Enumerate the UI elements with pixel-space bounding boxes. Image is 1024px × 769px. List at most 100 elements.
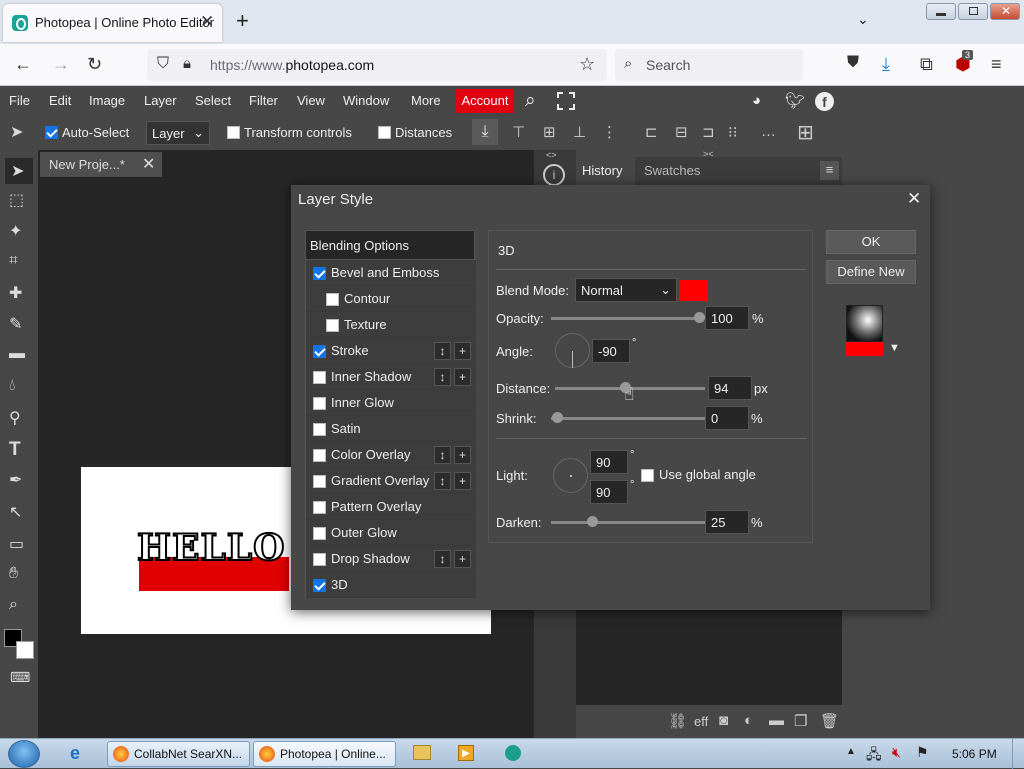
blend-mode-dropdown[interactable]: Normal ⌄ xyxy=(575,278,677,302)
panel-menu-icon[interactable]: ≡ xyxy=(820,161,839,180)
align-right-icon[interactable]: ⊐ xyxy=(702,123,722,143)
add-instance-icon[interactable]: + xyxy=(454,550,471,568)
new-group-icon[interactable]: ▬ xyxy=(769,712,784,729)
style-checkbox[interactable] xyxy=(313,371,326,384)
browser-tab-photopea[interactable]: Photopea | Online Photo Editor ✕ xyxy=(3,4,222,42)
move-tool-icon[interactable]: ➤ xyxy=(5,158,33,184)
network-icon[interactable]: 🖧︎ xyxy=(866,744,882,768)
transform-controls-checkbox[interactable] xyxy=(227,126,240,139)
background-color-swatch[interactable] xyxy=(16,641,34,659)
style-item[interactable]: Inner Shadow ↕ + xyxy=(306,364,476,390)
menu-window[interactable]: Window xyxy=(343,93,389,108)
media-player-icon[interactable]: ▶ xyxy=(458,745,474,761)
style-checkbox[interactable] xyxy=(326,293,339,306)
style-item[interactable]: 3D xyxy=(306,572,476,598)
bookmark-star-icon[interactable]: ☆ xyxy=(579,54,595,75)
shape-tool-icon[interactable]: ▭ xyxy=(9,534,29,554)
add-instance-icon[interactable]: + xyxy=(454,368,471,386)
keyboard-icon[interactable]: ⌨ xyxy=(10,669,30,689)
style-checkbox[interactable] xyxy=(313,527,326,540)
brush-tool-icon[interactable]: ✎ xyxy=(9,314,29,334)
list-all-tabs-icon[interactable]: ⌄ xyxy=(857,11,869,28)
darken-slider[interactable] xyxy=(551,521,705,524)
shield-icon[interactable]: ⛉ xyxy=(157,55,169,73)
blending-options-item[interactable]: Blending Options xyxy=(306,231,476,260)
shrink-slider[interactable] xyxy=(551,417,705,420)
style-item[interactable]: Texture xyxy=(306,312,476,338)
opacity-slider-handle[interactable] xyxy=(694,312,705,323)
style-checkbox[interactable] xyxy=(313,449,326,462)
download-align-icon[interactable]: ⤓ xyxy=(472,119,498,145)
facebook-icon[interactable]: f xyxy=(815,92,834,111)
tab-swatches[interactable]: Swatches xyxy=(644,163,700,178)
fullscreen-icon[interactable] xyxy=(557,92,575,110)
close-document-icon[interactable]: ✕ xyxy=(142,154,155,174)
hand-tool-icon[interactable]: ✋︎ xyxy=(9,565,29,585)
align-hcenter-icon[interactable]: ⊟ xyxy=(675,123,695,143)
pocket-icon[interactable]: ⛊ xyxy=(847,54,859,72)
darken-input[interactable]: 25 xyxy=(705,510,749,534)
zoom-tool-icon[interactable]: ⌕ xyxy=(9,596,29,616)
style-checkbox[interactable] xyxy=(326,319,339,332)
style-checkbox[interactable] xyxy=(313,475,326,488)
show-hidden-icons-icon[interactable]: ▲ xyxy=(846,746,856,757)
new-layer-icon[interactable]: ❐ xyxy=(794,712,807,730)
extensions-icon[interactable]: ⧉ xyxy=(920,54,933,75)
shrink-input[interactable]: 0 xyxy=(705,406,749,430)
light-altitude-input[interactable]: 90 xyxy=(590,480,628,504)
search-box[interactable]: ⌕ Search xyxy=(615,49,803,81)
url-bar[interactable]: ⛉ 🔒︎ https://www.photopea.com ☆ xyxy=(147,49,607,81)
style-item[interactable]: Satin xyxy=(306,416,476,442)
window-minimize-button[interactable] xyxy=(926,3,956,20)
ie-icon[interactable]: e xyxy=(70,743,80,764)
adjustment-layer-icon[interactable]: ◐ xyxy=(744,712,753,729)
expand-arrows-icon[interactable]: <> xyxy=(546,150,557,160)
more-options-icon[interactable]: … xyxy=(761,123,781,143)
style-item[interactable]: Color Overlay ↕ + xyxy=(306,442,476,468)
style-checkbox[interactable] xyxy=(313,579,326,592)
forward-icon[interactable]: → xyxy=(52,54,70,75)
menu-more[interactable]: More xyxy=(411,93,441,108)
reload-icon[interactable]: ↻ xyxy=(87,54,102,75)
gradient-tool-icon[interactable]: ▬ xyxy=(9,345,29,365)
tab-history[interactable]: History xyxy=(582,163,622,178)
crop-tool-icon[interactable]: ⌗ xyxy=(9,252,29,272)
style-item[interactable]: Inner Glow xyxy=(306,390,476,416)
style-item[interactable]: Stroke ↕ + xyxy=(306,338,476,364)
twitter-icon[interactable]: 🐦︎ xyxy=(785,91,805,111)
explorer-icon[interactable] xyxy=(413,745,431,760)
style-checkbox[interactable] xyxy=(313,501,326,514)
light-dial[interactable] xyxy=(553,458,588,493)
downloads-icon[interactable]: ⤓ xyxy=(882,54,890,75)
define-new-button[interactable]: Define New xyxy=(826,260,916,284)
layer-effects-icon[interactable]: eff xyxy=(694,714,708,729)
reorder-icon[interactable]: ↕ xyxy=(434,550,451,568)
shrink-slider-handle[interactable] xyxy=(552,412,563,423)
marquee-tool-icon[interactable]: ⬚ xyxy=(9,190,29,210)
start-button[interactable] xyxy=(8,740,40,768)
style-item[interactable]: Contour xyxy=(306,286,476,312)
window-close-button[interactable]: ✕ xyxy=(990,3,1020,20)
layer-mask-icon[interactable]: ◙ xyxy=(719,712,728,729)
close-dialog-icon[interactable]: ✕ xyxy=(907,189,921,209)
style-item[interactable]: Bevel and Emboss xyxy=(306,260,476,286)
system-clock[interactable]: 5:06 PM xyxy=(952,747,997,761)
show-desktop-button[interactable] xyxy=(1012,739,1024,769)
style-item[interactable]: Gradient Overlay ↕ + xyxy=(306,468,476,494)
blend-color-swatch[interactable] xyxy=(679,280,708,301)
menu-edit[interactable]: Edit xyxy=(49,93,71,108)
ok-button[interactable]: OK xyxy=(826,230,916,254)
auto-select-target-dropdown[interactable]: Layer ⌄ xyxy=(146,121,210,145)
add-instance-icon[interactable]: + xyxy=(454,342,471,360)
style-checkbox[interactable] xyxy=(313,267,326,280)
auto-select-checkbox[interactable] xyxy=(45,126,58,139)
window-restore-button[interactable] xyxy=(958,3,988,20)
style-item[interactable]: Drop Shadow ↕ + xyxy=(306,546,476,572)
use-global-angle-checkbox[interactable] xyxy=(641,469,654,482)
taskbar-item-firefox-1[interactable]: CollabNet SearXN... xyxy=(107,741,250,767)
align-vcenter-icon[interactable]: ⊞ xyxy=(543,123,563,143)
style-checkbox[interactable] xyxy=(313,423,326,436)
info-icon[interactable]: i xyxy=(543,164,565,186)
reorder-icon[interactable]: ↕ xyxy=(434,472,451,490)
align-top-icon[interactable]: ⊤ xyxy=(512,123,532,143)
